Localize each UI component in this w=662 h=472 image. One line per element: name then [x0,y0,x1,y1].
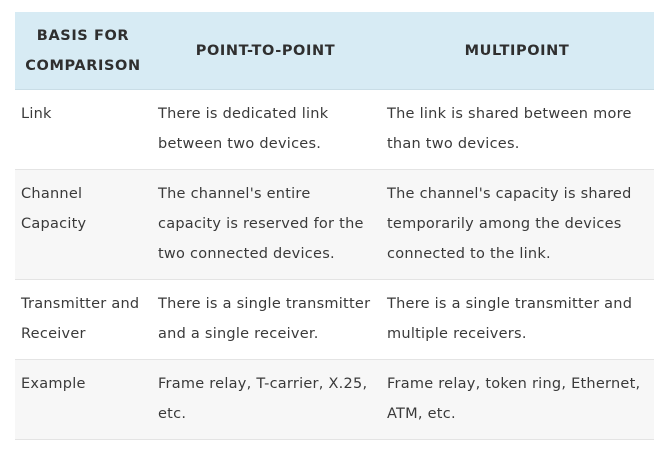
cell-multipoint: Frame relay, token ring, Ethernet, ATM, … [380,359,654,440]
comparison-table-container: BASIS FOR COMPARISON POINT-TO-POINT MULT… [15,12,654,440]
header-basis-line2: COMPARISON [25,57,141,74]
cell-basis: Example [15,359,151,440]
table-row: Example Frame relay, T-carrier, X.25, et… [15,359,654,440]
cell-multipoint: There is a single transmitter and multip… [380,279,654,360]
cell-point-to-point: The channel's entire capacity is reserve… [151,169,380,280]
header-multipoint: MULTIPOINT [380,12,654,90]
cell-multipoint: The channel's capacity is shared tempora… [380,169,654,280]
header-point-to-point: POINT-TO-POINT [151,12,380,90]
cell-basis: Link [15,89,151,170]
cell-multipoint: The link is shared between more than two… [380,89,654,170]
table-row: Link There is dedicated link between two… [15,89,654,170]
header-row: BASIS FOR COMPARISON POINT-TO-POINT MULT… [15,12,654,90]
cell-point-to-point: There is a single transmitter and a sing… [151,279,380,360]
table-header: BASIS FOR COMPARISON POINT-TO-POINT MULT… [15,12,654,90]
cell-point-to-point: There is dedicated link between two devi… [151,89,380,170]
cell-point-to-point: Frame relay, T-carrier, X.25, etc. [151,359,380,440]
table-body: Link There is dedicated link between two… [15,89,654,440]
cell-basis: Transmitter and Receiver [15,279,151,360]
table-row: Transmitter and Receiver There is a sing… [15,279,654,360]
comparison-table: BASIS FOR COMPARISON POINT-TO-POINT MULT… [15,12,654,440]
header-basis-for-comparison: BASIS FOR COMPARISON [15,12,151,90]
cell-basis: Channel Capacity [15,169,151,280]
table-row: Channel Capacity The channel's entire ca… [15,169,654,280]
header-basis-line1: BASIS FOR [36,27,130,44]
